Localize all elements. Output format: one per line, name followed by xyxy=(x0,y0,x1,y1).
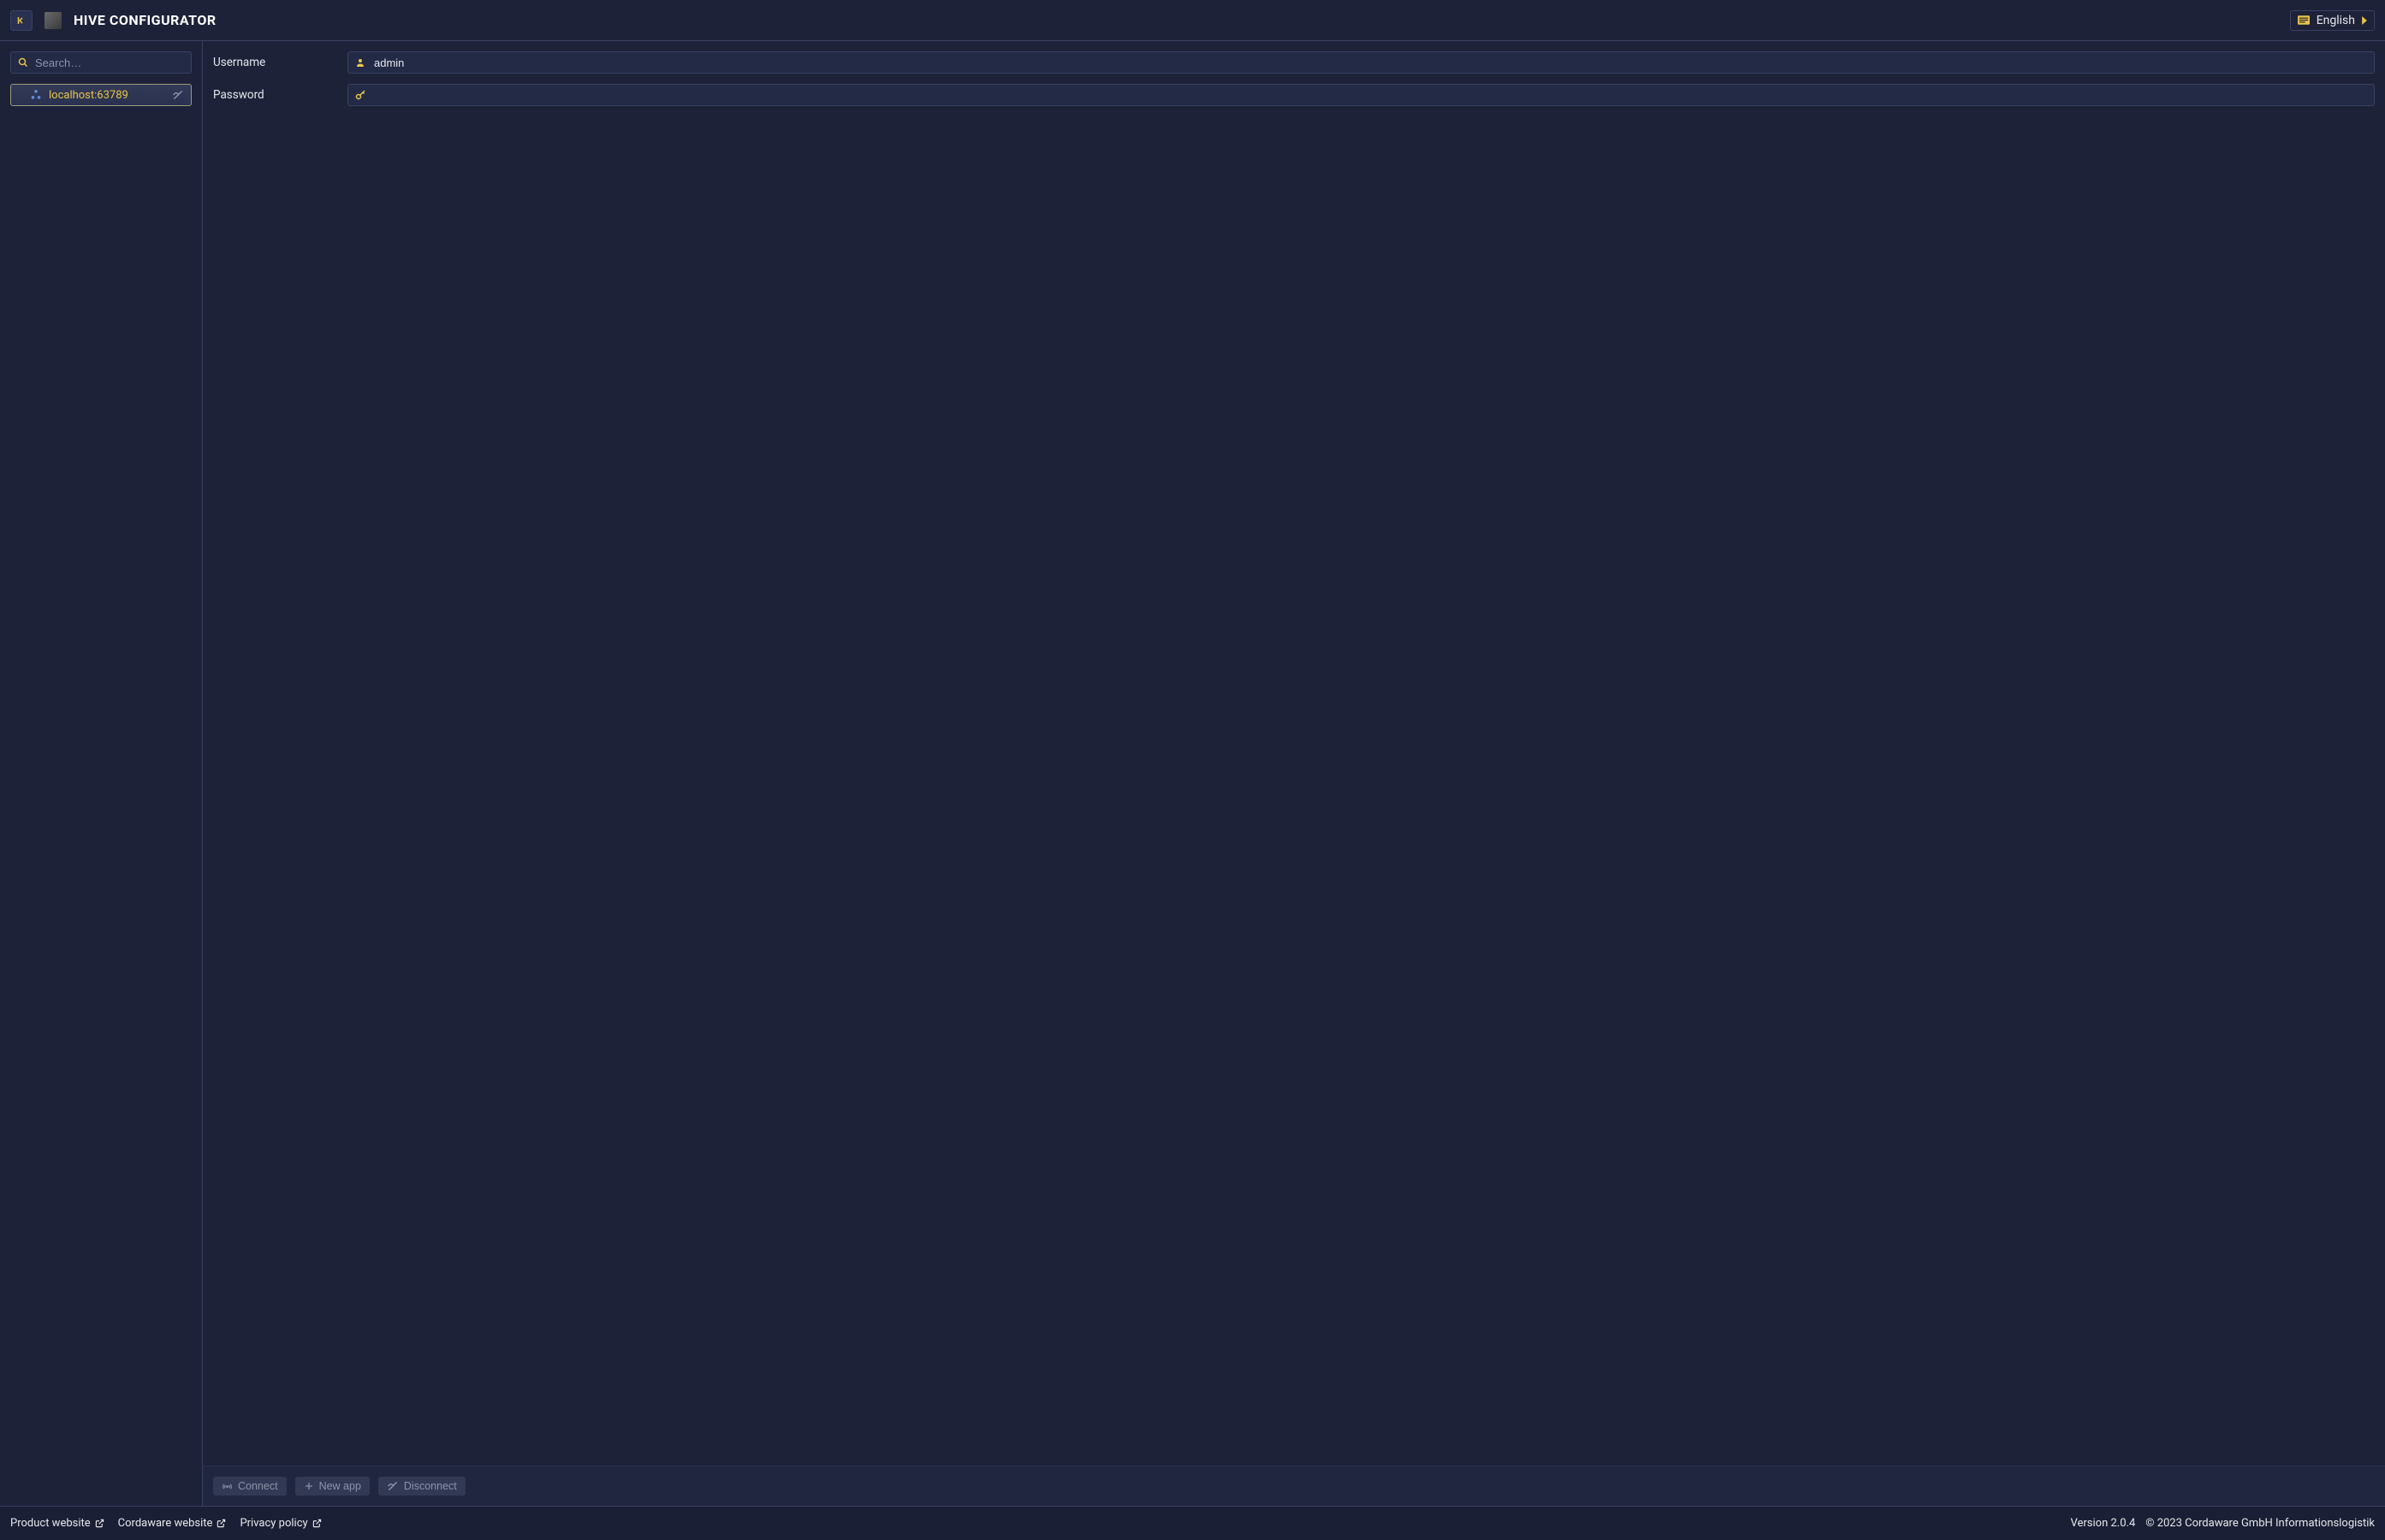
username-input[interactable] xyxy=(372,56,2367,70)
username-input-wrap[interactable] xyxy=(347,51,2375,74)
product-website-label: Product website xyxy=(10,1517,91,1530)
disconnected-icon xyxy=(172,89,184,101)
plus-icon xyxy=(304,1481,314,1491)
disconnect-icon xyxy=(387,1480,399,1492)
connect-button[interactable]: Connect xyxy=(213,1477,287,1496)
language-selector[interactable]: English xyxy=(2290,10,2375,31)
external-link-icon xyxy=(95,1519,104,1528)
sidebar: localhost:63789 xyxy=(0,41,203,1506)
disconnect-button[interactable]: Disconnect xyxy=(378,1477,466,1496)
main-content: Username Password xyxy=(203,41,2385,1506)
language-icon xyxy=(2298,15,2310,25)
copyright-label: © 2023 Cordaware GmbH Informationslogist… xyxy=(2145,1517,2375,1530)
footer: Product website Cordaware website xyxy=(0,1506,2385,1540)
product-website-link[interactable]: Product website xyxy=(10,1517,104,1530)
external-link-icon xyxy=(312,1519,322,1528)
collapse-left-icon xyxy=(16,15,27,26)
user-icon xyxy=(355,57,365,68)
sidebar-item-label: localhost:63789 xyxy=(49,89,165,102)
network-icon xyxy=(30,89,42,101)
privacy-policy-link[interactable]: Privacy policy xyxy=(240,1517,321,1530)
language-label: English xyxy=(2317,14,2355,27)
search-input[interactable] xyxy=(33,56,184,70)
password-label: Password xyxy=(213,88,337,102)
external-link-icon xyxy=(217,1519,226,1528)
cordaware-website-label: Cordaware website xyxy=(118,1517,213,1530)
header: HIVE CONFIGURATOR English xyxy=(0,0,2385,41)
new-app-button[interactable]: New app xyxy=(295,1477,370,1496)
action-bar: Connect New app xyxy=(203,1466,2385,1506)
search-icon xyxy=(18,57,28,68)
broadcast-icon xyxy=(222,1481,233,1492)
sidebar-connection-item[interactable]: localhost:63789 xyxy=(10,84,192,106)
privacy-policy-label: Privacy policy xyxy=(240,1517,307,1530)
key-icon xyxy=(355,90,365,100)
password-input-wrap[interactable] xyxy=(347,84,2375,106)
username-label: Username xyxy=(213,56,337,69)
cordaware-website-link[interactable]: Cordaware website xyxy=(118,1517,227,1530)
app-title: HIVE CONFIGURATOR xyxy=(74,12,217,28)
chevron-right-icon xyxy=(2362,16,2367,25)
new-app-label: New app xyxy=(319,1480,361,1492)
password-input[interactable] xyxy=(372,88,2367,103)
disconnect-label: Disconnect xyxy=(404,1480,457,1492)
version-label: Version 2.0.4 xyxy=(2070,1517,2135,1530)
collapse-sidebar-button[interactable] xyxy=(10,10,33,31)
search-input-wrap[interactable] xyxy=(10,51,192,74)
app-logo xyxy=(44,12,62,29)
connect-label: Connect xyxy=(238,1480,278,1492)
